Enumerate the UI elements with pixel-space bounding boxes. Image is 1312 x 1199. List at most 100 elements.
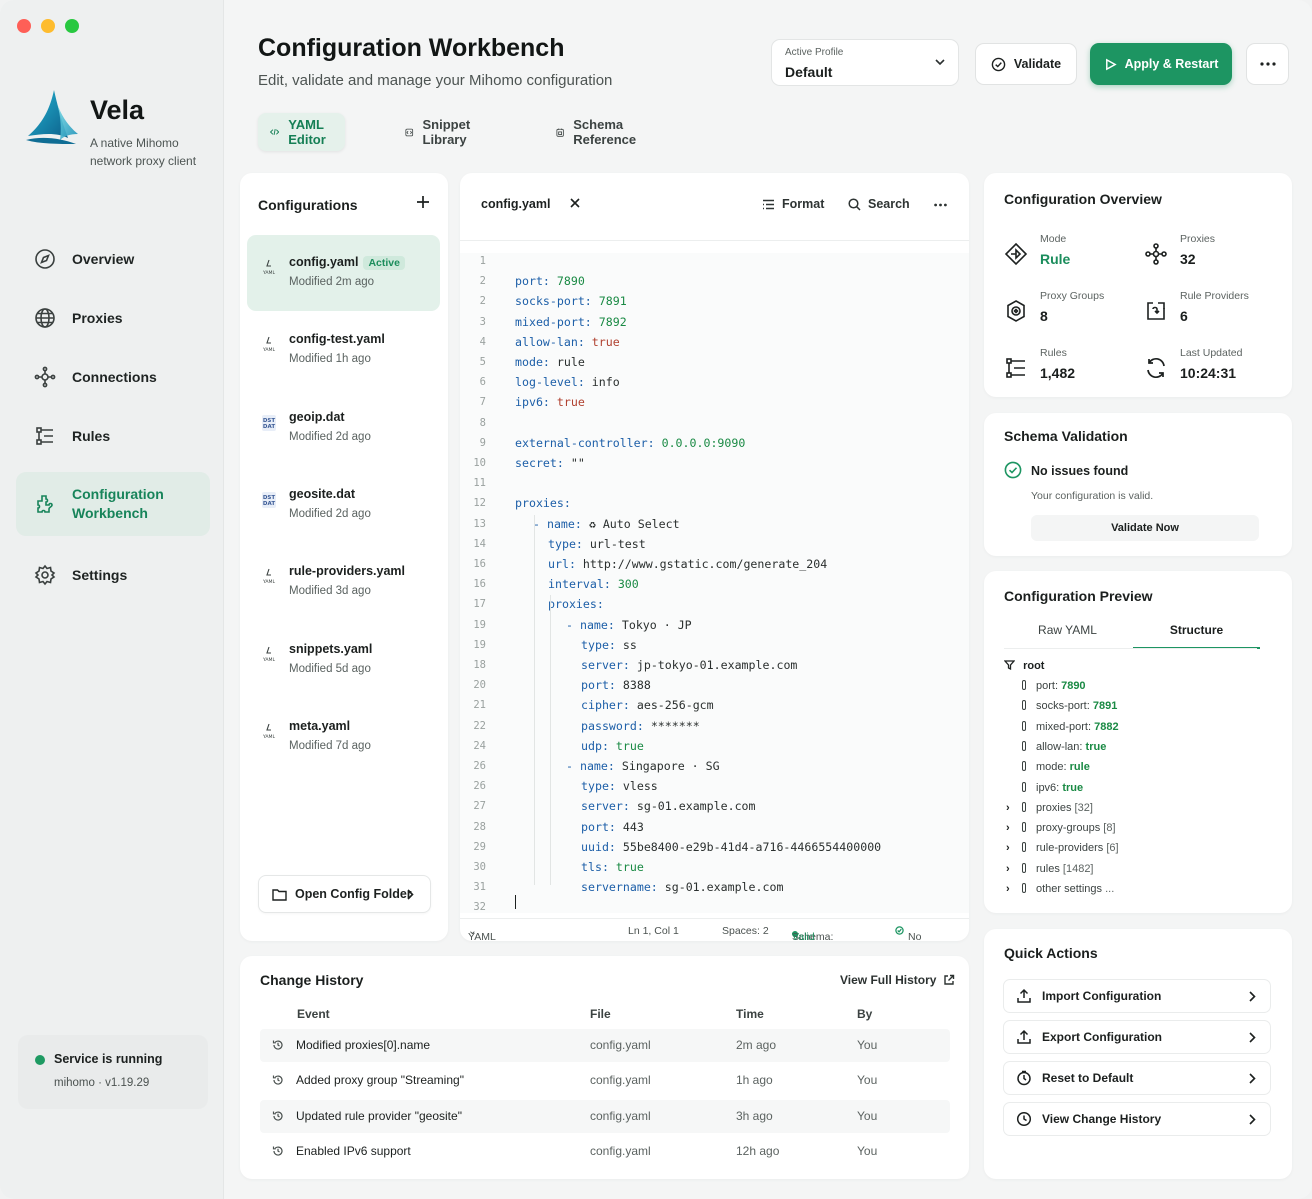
- open-config-folder-button[interactable]: Open Config Folder: [258, 875, 431, 913]
- schema-validation: Schema Validation No issues found Your c…: [984, 413, 1292, 556]
- more-options-button[interactable]: [1246, 43, 1289, 85]
- tree-leaf[interactable]: ipv6: true: [1022, 778, 1083, 798]
- sidebar-item-label: Connections: [72, 368, 157, 385]
- window-controls: [17, 19, 79, 33]
- schema-status-text: No issues found: [1031, 464, 1129, 478]
- sidebar-item-connections[interactable]: Connections: [16, 351, 210, 403]
- yaml-value: 55be8400-e29b-41d4-a716-4466554400000: [622, 839, 882, 854]
- globe-icon: [32, 305, 58, 331]
- table-row[interactable]: Updated rule provider "geosite" config.ya…: [260, 1099, 950, 1133]
- config-list-item[interactable]: DST DAT geoip.dat Modified 2d ago: [247, 390, 440, 466]
- reset-to-default-button[interactable]: Reset to Default: [1003, 1061, 1271, 1095]
- code-text: servername: sg-01.example.com: [581, 877, 783, 897]
- line-number: 17: [473, 598, 486, 611]
- zoom-window-button[interactable]: [65, 19, 79, 33]
- file-tab[interactable]: config.yaml: [469, 187, 589, 221]
- export-configuration-button[interactable]: Export Configuration: [1003, 1020, 1271, 1054]
- tree-leaf[interactable]: socks-port: 7891: [1022, 696, 1117, 716]
- tree-group[interactable]: › rule-providers [6]: [1006, 838, 1119, 858]
- yaml-key: external-controller:: [515, 435, 655, 450]
- tree-group[interactable]: › rules [1482]: [1006, 859, 1094, 879]
- line-number: 27: [473, 800, 486, 813]
- column-header-event: Event: [297, 1007, 330, 1021]
- config-list-item[interactable]: YAML config-test.yaml Modified 1h ago: [247, 312, 440, 388]
- apply-label: Apply & Restart: [1124, 57, 1219, 71]
- tab-structure[interactable]: Structure: [1133, 623, 1260, 649]
- list-dash: -: [566, 617, 580, 632]
- sidebar-item-overview[interactable]: Overview: [16, 233, 210, 285]
- sidebar-item-configuration-workbench[interactable]: Configuration Workbench: [16, 472, 210, 536]
- yaml-value: true: [615, 738, 644, 753]
- table-row[interactable]: Added proxy group "Streaming" config.yaml…: [260, 1064, 950, 1097]
- import-configuration-button[interactable]: Import Configuration: [1003, 979, 1271, 1013]
- search-button[interactable]: Search: [848, 197, 910, 211]
- config-list-item[interactable]: DST DAT geosite.dat Modified 2d ago: [247, 467, 440, 543]
- code-line: 27 server: sg-01.example.com: [460, 796, 969, 816]
- tree-leaf[interactable]: allow-lan: true: [1022, 737, 1106, 757]
- yaml-value: info: [591, 375, 620, 390]
- change-history-title: Change History: [260, 972, 364, 988]
- minimize-window-button[interactable]: [41, 19, 55, 33]
- active-profile-select[interactable]: Active Profile Default: [771, 39, 959, 86]
- divider: [1004, 648, 1257, 649]
- key-icon: [1022, 720, 1026, 731]
- overview-proxies: Proxies 32: [1124, 233, 1264, 281]
- yaml-value: 0.0.0.0:9090: [661, 435, 746, 450]
- yaml-value: jp-tokyo-01.example.com: [636, 658, 798, 672]
- yaml-key: port:: [581, 678, 616, 693]
- validate-now-button[interactable]: Validate Now: [1031, 515, 1259, 541]
- history-by: You: [857, 1038, 878, 1052]
- tab-schema-reference[interactable]: Schema Reference: [544, 113, 654, 151]
- page-title: Configuration Workbench: [258, 34, 565, 62]
- file-tab-label: config.yaml: [481, 197, 551, 211]
- filter-icon: [1003, 660, 1016, 671]
- tree-key: rule-providers: [1036, 842, 1104, 855]
- tree-group[interactable]: › other settings ...: [1006, 879, 1114, 899]
- tree-root[interactable]: root: [1003, 656, 1044, 676]
- tab-snippet-library[interactable]: Snippet Library: [393, 113, 489, 151]
- tree-leaf[interactable]: mode: rule: [1022, 757, 1090, 777]
- config-list-item[interactable]: YAML config.yaml Active Modified 2m ago: [247, 235, 440, 311]
- table-row[interactable]: Modified proxies[0].name config.yaml 2m ag…: [260, 1029, 950, 1062]
- tree-group[interactable]: › proxies [32]: [1006, 798, 1093, 818]
- apply-restart-button[interactable]: Apply & Restart: [1090, 43, 1232, 85]
- sidebar-item-rules[interactable]: Rules: [16, 410, 210, 462]
- tab-raw-yaml[interactable]: Raw YAML: [1004, 623, 1131, 649]
- tab-yaml-editor[interactable]: YAML Editor: [258, 113, 345, 151]
- svg-text:YAML: YAML: [262, 579, 276, 585]
- close-window-button[interactable]: [17, 19, 31, 33]
- yaml-value: 8388: [622, 678, 651, 693]
- schema-title: Schema Validation: [1004, 428, 1128, 444]
- config-list-item[interactable]: YAML rule-providers.yaml Modified 3d ago: [247, 544, 440, 620]
- add-configuration-icon[interactable]: [416, 195, 430, 209]
- config-file-name: geoip.dat: [289, 410, 345, 424]
- overview-label: Last Updated: [1180, 347, 1243, 359]
- svg-text:YAML: YAML: [262, 734, 276, 740]
- sidebar-item-proxies[interactable]: Proxies: [16, 292, 210, 344]
- quick-actions-title: Quick Actions: [1004, 945, 1098, 961]
- configurations-panel: Configurations YAML config.yaml Active Modi…: [240, 173, 448, 941]
- yaml-key: proxies:: [548, 597, 604, 612]
- workbench-icon: [32, 491, 58, 517]
- format-button[interactable]: Format: [762, 197, 824, 211]
- tree-leaf[interactable]: mixed-port: 7882: [1022, 717, 1119, 737]
- code-line: 10 secret: "": [460, 453, 969, 473]
- config-list-item[interactable]: YAML snippets.yaml Modified 5d ago: [247, 622, 440, 698]
- config-list-item[interactable]: YAML meta.yaml Modified 7d ago: [247, 699, 440, 775]
- view-change-history-button[interactable]: View Change History: [1003, 1102, 1271, 1136]
- close-icon[interactable]: [569, 197, 581, 209]
- code-line: 16 interval: 300: [460, 574, 969, 594]
- more-horizontal-icon[interactable]: [934, 203, 947, 207]
- code-area[interactable]: 1 2 port: 7890 2 socks-port: 7891 3 mixed-port…: [460, 253, 969, 913]
- language-select[interactable]: YAML ⌄: [468, 925, 496, 941]
- view-full-history-link[interactable]: View Full History: [840, 973, 955, 987]
- indent-guide: [550, 595, 551, 885]
- validate-button[interactable]: Validate: [975, 43, 1077, 85]
- table-row[interactable]: Enabled IPv6 support config.yaml 12h ago Yo…: [260, 1135, 950, 1168]
- yaml-key: port:: [581, 819, 616, 834]
- config-file-name: meta.yaml: [289, 719, 350, 733]
- tree-leaf[interactable]: port: 7890: [1022, 676, 1086, 696]
- tree-group[interactable]: › proxy-groups [8]: [1006, 818, 1116, 838]
- history-by: You: [857, 1143, 878, 1158]
- sidebar-item-settings[interactable]: Settings: [16, 549, 210, 601]
